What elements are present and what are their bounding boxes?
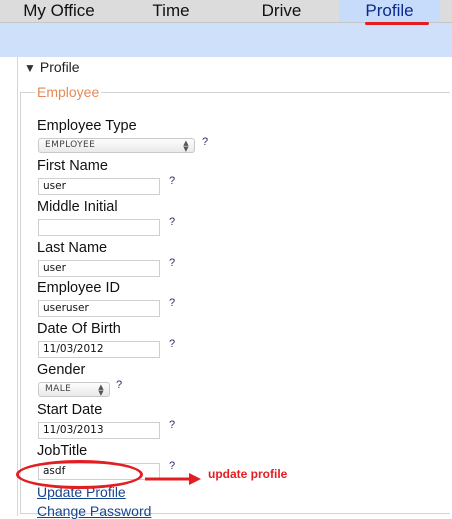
last-name-label: Last Name xyxy=(37,240,108,256)
employee-type-help-icon[interactable]: ? xyxy=(202,136,208,148)
gender-help-icon[interactable]: ? xyxy=(116,379,122,391)
active-tab-annotation xyxy=(365,22,429,25)
employee-group: Employee Employee Type EMPLOYEE ▲ ▼ ? Fir… xyxy=(20,84,450,519)
profile-section-toggle[interactable]: ▼ Profile xyxy=(24,59,80,75)
update-profile-highlight-ellipse xyxy=(16,460,143,489)
tab-bar: My Office Time Drive Profile xyxy=(0,0,452,23)
date-of-birth-label: Date Of Birth xyxy=(37,321,121,337)
first-name-field[interactable]: user xyxy=(38,178,160,195)
middle-initial-field[interactable] xyxy=(38,219,160,236)
middle-initial-help-icon[interactable]: ? xyxy=(169,216,175,228)
change-password-link[interactable]: Change Password xyxy=(37,503,151,519)
middle-initial-label: Middle Initial xyxy=(37,199,118,215)
job-title-label: JobTitle xyxy=(37,443,88,459)
date-of-birth-help-icon[interactable]: ? xyxy=(169,338,175,350)
section-title: Profile xyxy=(39,59,80,75)
tab-drive[interactable]: Drive xyxy=(224,0,339,22)
tab-time[interactable]: Time xyxy=(118,0,224,22)
select-arrows-icon: ▲ ▼ xyxy=(183,139,189,153)
employee-group-legend: Employee xyxy=(37,84,100,100)
employee-id-help-icon[interactable]: ? xyxy=(169,297,175,309)
last-name-field[interactable]: user xyxy=(38,260,160,277)
first-name-label: First Name xyxy=(37,158,108,174)
employee-id-field[interactable]: useruser xyxy=(38,300,160,317)
first-name-help-icon[interactable]: ? xyxy=(169,175,175,187)
employee-type-label: Employee Type xyxy=(37,118,137,134)
tab-profile[interactable]: Profile xyxy=(339,0,440,22)
date-of-birth-field[interactable]: 11/03/2012 xyxy=(38,341,160,358)
start-date-help-icon[interactable]: ? xyxy=(169,419,175,431)
gender-label: Gender xyxy=(37,362,86,378)
employee-type-value: EMPLOYEE xyxy=(45,140,96,150)
tab-my-office[interactable]: My Office xyxy=(0,0,118,22)
annotation-arrow-icon xyxy=(145,473,201,485)
annotation-label: update profile xyxy=(208,467,288,481)
employee-id-label: Employee ID xyxy=(37,280,121,296)
profile-panel: ▼ Profile Employee Employee Type EMPLOYEE… xyxy=(17,57,452,519)
triangle-down-icon: ▼ xyxy=(24,61,36,75)
gender-value: MALE xyxy=(45,384,72,394)
gender-select[interactable]: MALE ▲ ▼ xyxy=(38,382,110,397)
last-name-help-icon[interactable]: ? xyxy=(169,257,175,269)
employee-type-select[interactable]: EMPLOYEE ▲ ▼ xyxy=(38,138,195,153)
select-arrows-icon: ▲ ▼ xyxy=(98,383,104,397)
start-date-field[interactable]: 11/03/2013 xyxy=(38,422,160,439)
start-date-label: Start Date xyxy=(37,402,103,418)
